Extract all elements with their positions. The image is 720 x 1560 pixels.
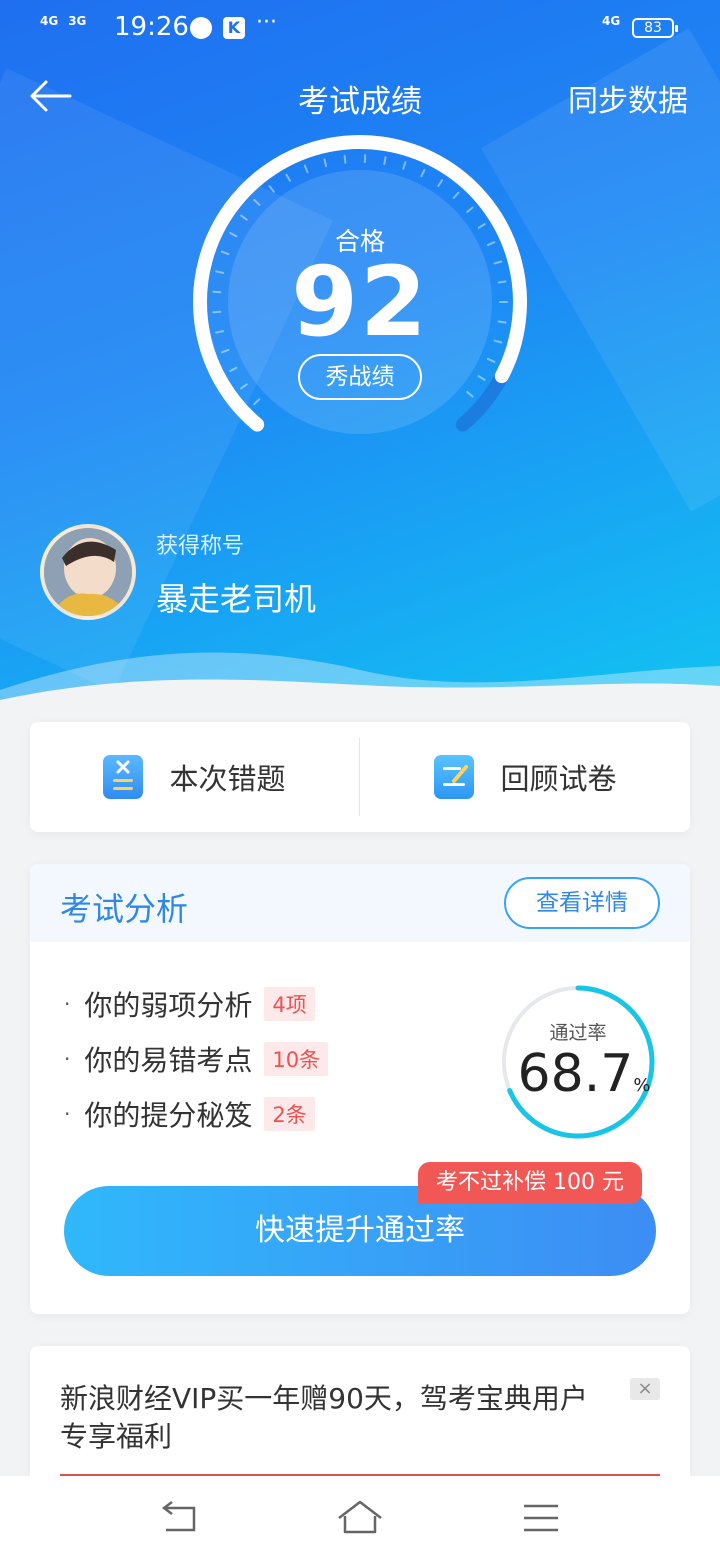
back-button[interactable] [26,76,74,116]
exam-analysis-card: 考试分析 查看详情 · 你的弱项分析 4项 · 你的易错考点 10条 · 你的提… [30,864,690,1314]
analysis-item-text: 你的易错考点 [84,1043,253,1077]
bullet: · [64,991,71,1016]
network-indicator: 4G 3G [40,14,86,28]
sync-data-button[interactable]: 同步数据 [568,76,688,120]
share-score-button[interactable]: 秀战绩 [298,354,422,400]
gauge-tick [466,206,474,214]
avatar-image [44,528,132,616]
gauge-tick [486,357,496,363]
signal-label: 4G [602,14,621,28]
list-item[interactable]: · 你的易错考点 10条 [64,1031,329,1086]
network-2-label: 3G [68,14,87,28]
analysis-title: 考试分析 [60,890,189,928]
gauge-tick [466,390,474,398]
pass-rate-unit: % [633,1075,651,1096]
gauge-tick [323,158,328,168]
view-details-button[interactable]: 查看详情 [504,877,660,929]
wrong-questions-button[interactable]: 本次错题 [30,722,359,832]
pass-rate-number: 68.7 [517,1044,634,1104]
gauge-tick [343,154,347,164]
speed-icon [190,17,212,39]
pass-rate-label: 通过率 [549,1022,607,1044]
review-paper-button[interactable]: 回顾试卷 [361,722,690,832]
gauge-tick [240,214,248,221]
status-bar: 4G 3G 19:26 K ··· 4G 83 [0,0,720,56]
bullet: · [64,1046,71,1071]
count-badge: 2条 [264,1096,315,1131]
list-item[interactable]: · 你的弱项分析 4项 [64,976,328,1031]
network-1-label: 4G [40,14,59,28]
list-item[interactable]: · 你的提分秘笈 2条 [64,1086,328,1141]
promo-card[interactable]: 新浪财经VIP买一年赠90天，驾考宝典用户专享福利 × [30,1346,690,1496]
home-icon [338,1500,382,1534]
status-time: 19:26 [114,12,189,42]
more-notifications-icon: ··· [256,10,277,35]
gauge-tick [229,366,238,373]
actions-card: 本次错题 回顾试卷 [30,722,690,832]
gauge-tick [253,398,261,406]
hero-wave [0,652,720,710]
compensation-badge: 考不过补偿 100 元 [418,1162,642,1204]
earned-title: 暴走老司机 [156,580,317,618]
system-nav-bar [0,1476,720,1560]
bullet: · [64,1101,71,1126]
menu-nav-button[interactable] [516,1496,566,1540]
battery-icon: 83 [632,18,678,38]
menu-icon [524,1504,558,1532]
top-nav: 考试成绩 同步数据 [0,64,720,128]
gauge-tick [402,161,407,170]
count-badge: 4项 [264,986,315,1021]
avatar[interactable] [40,524,136,620]
analysis-header: 考试分析 查看详情 [30,864,690,942]
edit-paper-icon [434,755,475,799]
back-nav-button[interactable] [154,1496,204,1540]
gauge-tick [477,375,486,381]
gauge-tick [253,198,261,206]
score-value: 92 [291,246,429,358]
arrow-left-icon [30,80,72,112]
wrong-questions-label: 本次错题 [169,762,286,796]
title-caption: 获得称号 [156,534,245,559]
gauge-tick [383,156,387,166]
analysis-item-text: 你的提分秘笈 [84,1098,253,1132]
gauge-tick [240,383,248,390]
home-nav-button[interactable] [335,1496,385,1540]
gauge-tick [303,164,309,174]
k-app-icon: K [223,17,245,39]
review-paper-label: 回顾试卷 [500,762,617,796]
gauge-tick [452,191,460,199]
wrong-list-icon [103,755,144,799]
analysis-list: · 你的弱项分析 4项 · 你的易错考点 10条 · 你的提分秘笈 2条 [64,976,329,1141]
gauge-tick [285,173,291,182]
pass-rate-value: 68.7% [504,1044,664,1104]
promo-text: 新浪财经VIP买一年赠90天，驾考宝典用户专享福利 [60,1382,588,1453]
close-icon[interactable]: × [630,1378,660,1400]
gauge-tick [437,179,444,187]
return-icon [161,1501,196,1532]
count-badge: 10条 [264,1041,329,1076]
divider [359,738,360,816]
gauge-tick [268,185,275,193]
gauge-tick [420,168,426,178]
analysis-item-text: 你的弱项分析 [84,988,253,1022]
